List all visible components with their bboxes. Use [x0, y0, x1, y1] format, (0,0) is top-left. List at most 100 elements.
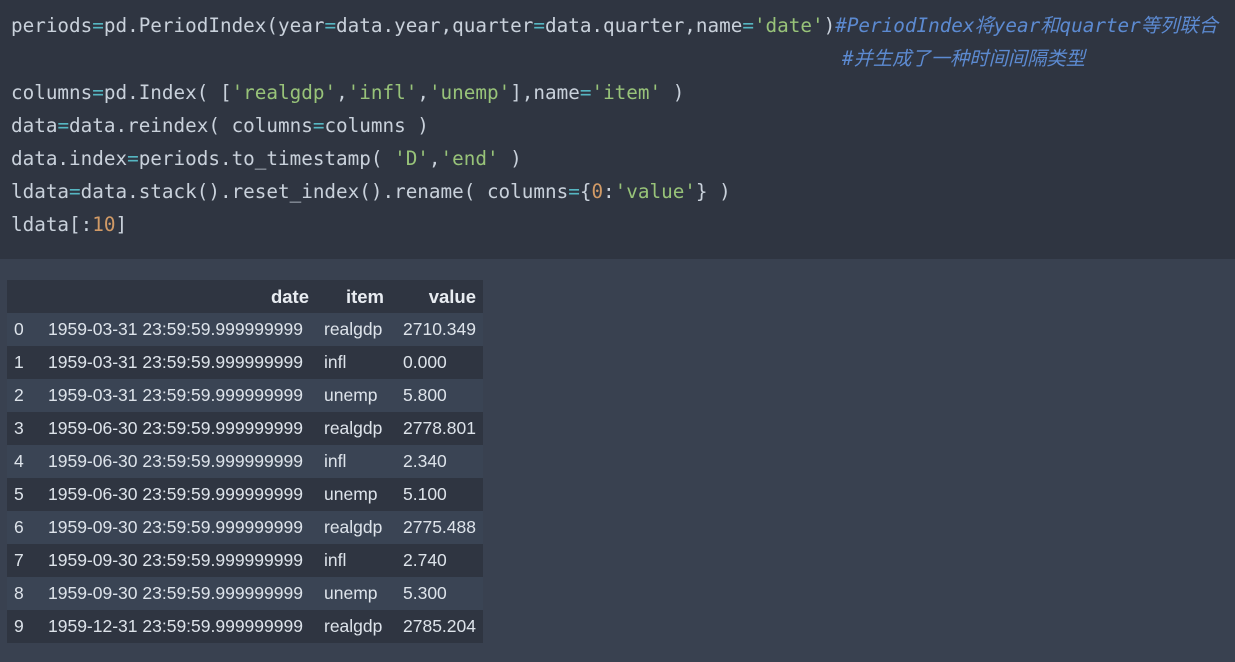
code-token: )	[661, 81, 685, 104]
cell-date: 1959-06-30 23:59:59.999999999	[48, 451, 303, 471]
code-string: 'D'	[394, 147, 429, 170]
code-operator: =	[57, 114, 70, 137]
code-operator: =	[742, 14, 754, 37]
cell-date: 1959-03-31 23:59:59.999999999	[48, 319, 303, 339]
code-token: ],name	[510, 81, 580, 104]
cell-date: 1959-03-31 23:59:59.999999999	[48, 352, 303, 372]
code-operator: =	[324, 14, 337, 37]
table-header-row: date item value	[7, 280, 483, 313]
row-index: 7	[14, 550, 24, 570]
code-token: ldata	[11, 180, 70, 203]
code-line-6: ldata =data.stack().reset_index().rename(…	[11, 180, 731, 204]
code-token: pd.Index( [	[103, 81, 232, 104]
code-operator: =	[92, 14, 104, 37]
code-token: {	[579, 180, 592, 203]
code-operator: =	[312, 114, 325, 137]
code-operator: =	[568, 180, 580, 203]
cell-item: realgdp	[324, 418, 383, 438]
code-token: pd.PeriodIndex(year	[103, 14, 325, 37]
code-string: 'unemp'	[428, 81, 511, 104]
code-operator: =	[127, 147, 139, 170]
code-token: )	[823, 14, 836, 37]
row-index: 4	[14, 451, 24, 471]
cell-item: unemp	[324, 385, 378, 405]
cell-item: infl	[324, 550, 347, 570]
code-number: 10	[92, 213, 116, 236]
code-token: ldata[:	[11, 213, 93, 236]
cell-item: realgdp	[324, 319, 383, 339]
code-string: 'date'	[753, 14, 824, 37]
code-token: ,	[417, 81, 429, 104]
cell-value: 5.300	[403, 583, 447, 603]
code-token: )	[498, 147, 522, 170]
code-token: :	[603, 180, 615, 203]
code-line-4: data=data.reindex( columns=columns )	[11, 114, 429, 138]
cell-item: infl	[324, 352, 347, 372]
table-row: 8 1959-09-30 23:59:59.999999999 unemp 5.…	[7, 577, 483, 610]
code-line-5: data.index=periods.to_timestamp( 'D','en…	[11, 147, 522, 171]
code-string: 'value'	[614, 180, 696, 203]
cell-value: 0.000	[403, 352, 447, 372]
header-value: value	[428, 285, 476, 307]
code-token: columns	[11, 81, 93, 104]
cell-item: infl	[324, 451, 347, 471]
cell-item: unemp	[324, 484, 378, 504]
code-string: 'item'	[591, 81, 662, 104]
code-token: data.reindex( columns	[69, 114, 313, 137]
code-line-1: periods=pd.PeriodIndex(year=data.year,qu…	[11, 14, 1218, 38]
row-index: 2	[14, 385, 24, 405]
cell-item: realgdp	[324, 616, 383, 636]
cell-value: 2778.801	[403, 418, 476, 438]
code-token: ]	[115, 213, 128, 236]
code-token: } )	[695, 180, 731, 203]
cell-value: 2.340	[403, 451, 447, 471]
code-string: 'infl'	[347, 81, 418, 104]
cell-date: 1959-09-30 23:59:59.999999999	[48, 583, 303, 603]
code-token: ,	[336, 81, 348, 104]
code-token: columns )	[324, 114, 429, 137]
table-row: 6 1959-09-30 23:59:59.999999999 realgdp …	[7, 511, 483, 544]
table-row: 7 1959-09-30 23:59:59.999999999 infl 2.7…	[7, 544, 483, 577]
table-row: 5 1959-06-30 23:59:59.999999999 unemp 5.…	[7, 478, 483, 511]
cell-date: 1959-06-30 23:59:59.999999999	[48, 484, 303, 504]
code-comment: #PeriodIndex将year和quarter等列联合	[835, 14, 1218, 37]
cell-date: 1959-09-30 23:59:59.999999999	[48, 550, 303, 570]
cell-date: 1959-06-30 23:59:59.999999999	[48, 418, 303, 438]
code-line-7: ldata[:10]	[11, 213, 127, 237]
header-date: date	[270, 285, 309, 307]
cell-item: realgdp	[324, 517, 383, 537]
cell-value: 2710.349	[403, 319, 476, 339]
table-row: 1 1959-03-31 23:59:59.999999999 infl 0.0…	[7, 346, 483, 379]
row-index: 3	[14, 418, 24, 438]
row-index: 6	[14, 517, 24, 537]
table-row: 0 1959-03-31 23:59:59.999999999 realgdp …	[7, 313, 483, 346]
code-string: 'realgdp'	[231, 81, 337, 104]
code-token: data.index	[11, 147, 128, 170]
cell-date: 1959-03-31 23:59:59.999999999	[48, 385, 303, 405]
code-operator: =	[579, 81, 592, 104]
table-row: 4 1959-06-30 23:59:59.999999999 infl 2.3…	[7, 445, 483, 478]
code-number: 0	[591, 180, 604, 203]
row-index: 0	[14, 319, 24, 339]
code-token: data.stack().reset_index().rename( colum…	[80, 180, 569, 203]
code-operator: =	[533, 14, 545, 37]
code-token: data.year,quarter	[336, 14, 534, 37]
cell-item: unemp	[324, 583, 378, 603]
row-index: 1	[14, 352, 24, 372]
code-comment: #并生成了一种时间间隔类型	[842, 47, 1085, 70]
cell-date: 1959-09-30 23:59:59.999999999	[48, 517, 303, 537]
table-row: 9 1959-12-31 23:59:59.999999999 realgdp …	[7, 610, 483, 643]
row-index: 9	[14, 616, 24, 636]
dataframe-table: date item value 0 1959-03-31 23:59:59.99…	[7, 280, 483, 643]
code-operator: =	[92, 81, 104, 104]
code-string: 'end'	[440, 147, 499, 170]
cell-value: 5.800	[403, 385, 447, 405]
code-token: ,	[428, 147, 441, 170]
cell-value: 2785.204	[403, 616, 476, 636]
code-line-2: #并生成了一种时间间隔类型	[842, 47, 1085, 71]
cell-value: 2.740	[403, 550, 447, 570]
header-index	[7, 280, 40, 313]
cell-date: 1959-12-31 23:59:59.999999999	[48, 616, 303, 636]
cell-value: 5.100	[403, 484, 447, 504]
code-cell[interactable]: periods=pd.PeriodIndex(year=data.year,qu…	[0, 0, 1235, 259]
